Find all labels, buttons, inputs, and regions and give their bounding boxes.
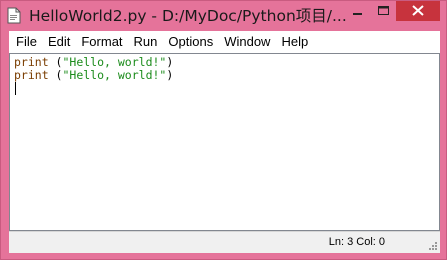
code-editor[interactable]: print ("Hello, world!") print ("Hello, w…	[9, 53, 440, 231]
window-title: HelloWorld2.py - D:/MyDoc/Python项目/...	[29, 7, 347, 25]
menu-edit[interactable]: Edit	[42, 31, 75, 53]
code-punct: (	[48, 55, 63, 69]
close-button[interactable]	[396, 1, 440, 21]
code-text[interactable]: print ("Hello, world!") print ("Hello, w…	[14, 56, 173, 95]
window-controls	[344, 1, 440, 21]
maximize-button[interactable]	[370, 1, 396, 21]
menu-format[interactable]: Format	[75, 31, 127, 53]
minimize-button[interactable]	[344, 1, 370, 21]
menu-window[interactable]: Window	[218, 31, 275, 53]
code-line: print ("Hello, world!")	[14, 69, 173, 82]
python-idle-icon	[7, 7, 21, 24]
menu-bar: File Edit Format Run Options Window Help	[9, 31, 440, 53]
code-punct: )	[166, 68, 174, 82]
menu-run[interactable]: Run	[128, 31, 163, 53]
status-bar: Ln: 3 Col: 0	[9, 231, 440, 253]
menu-options[interactable]: Options	[162, 31, 218, 53]
idle-editor-window: HelloWorld2.py - D:/MyDoc/Python项目/... F…	[0, 0, 447, 260]
resize-grip-icon[interactable]	[428, 241, 438, 251]
menu-file[interactable]: File	[10, 31, 42, 53]
string-literal: "Hello, world!"	[62, 68, 167, 82]
close-icon	[412, 5, 424, 16]
title-bar[interactable]: HelloWorld2.py - D:/MyDoc/Python项目/...	[1, 1, 446, 31]
text-cursor	[15, 82, 16, 95]
keyword: print	[14, 68, 49, 82]
minimize-icon	[353, 13, 362, 15]
code-punct: )	[166, 55, 174, 69]
menu-help[interactable]: Help	[275, 31, 313, 53]
maximize-icon	[378, 6, 389, 15]
cursor-position: Ln: 3 Col: 0	[328, 236, 385, 248]
code-punct: (	[48, 68, 63, 82]
keyword: print	[14, 55, 49, 69]
string-literal: "Hello, world!"	[62, 55, 167, 69]
